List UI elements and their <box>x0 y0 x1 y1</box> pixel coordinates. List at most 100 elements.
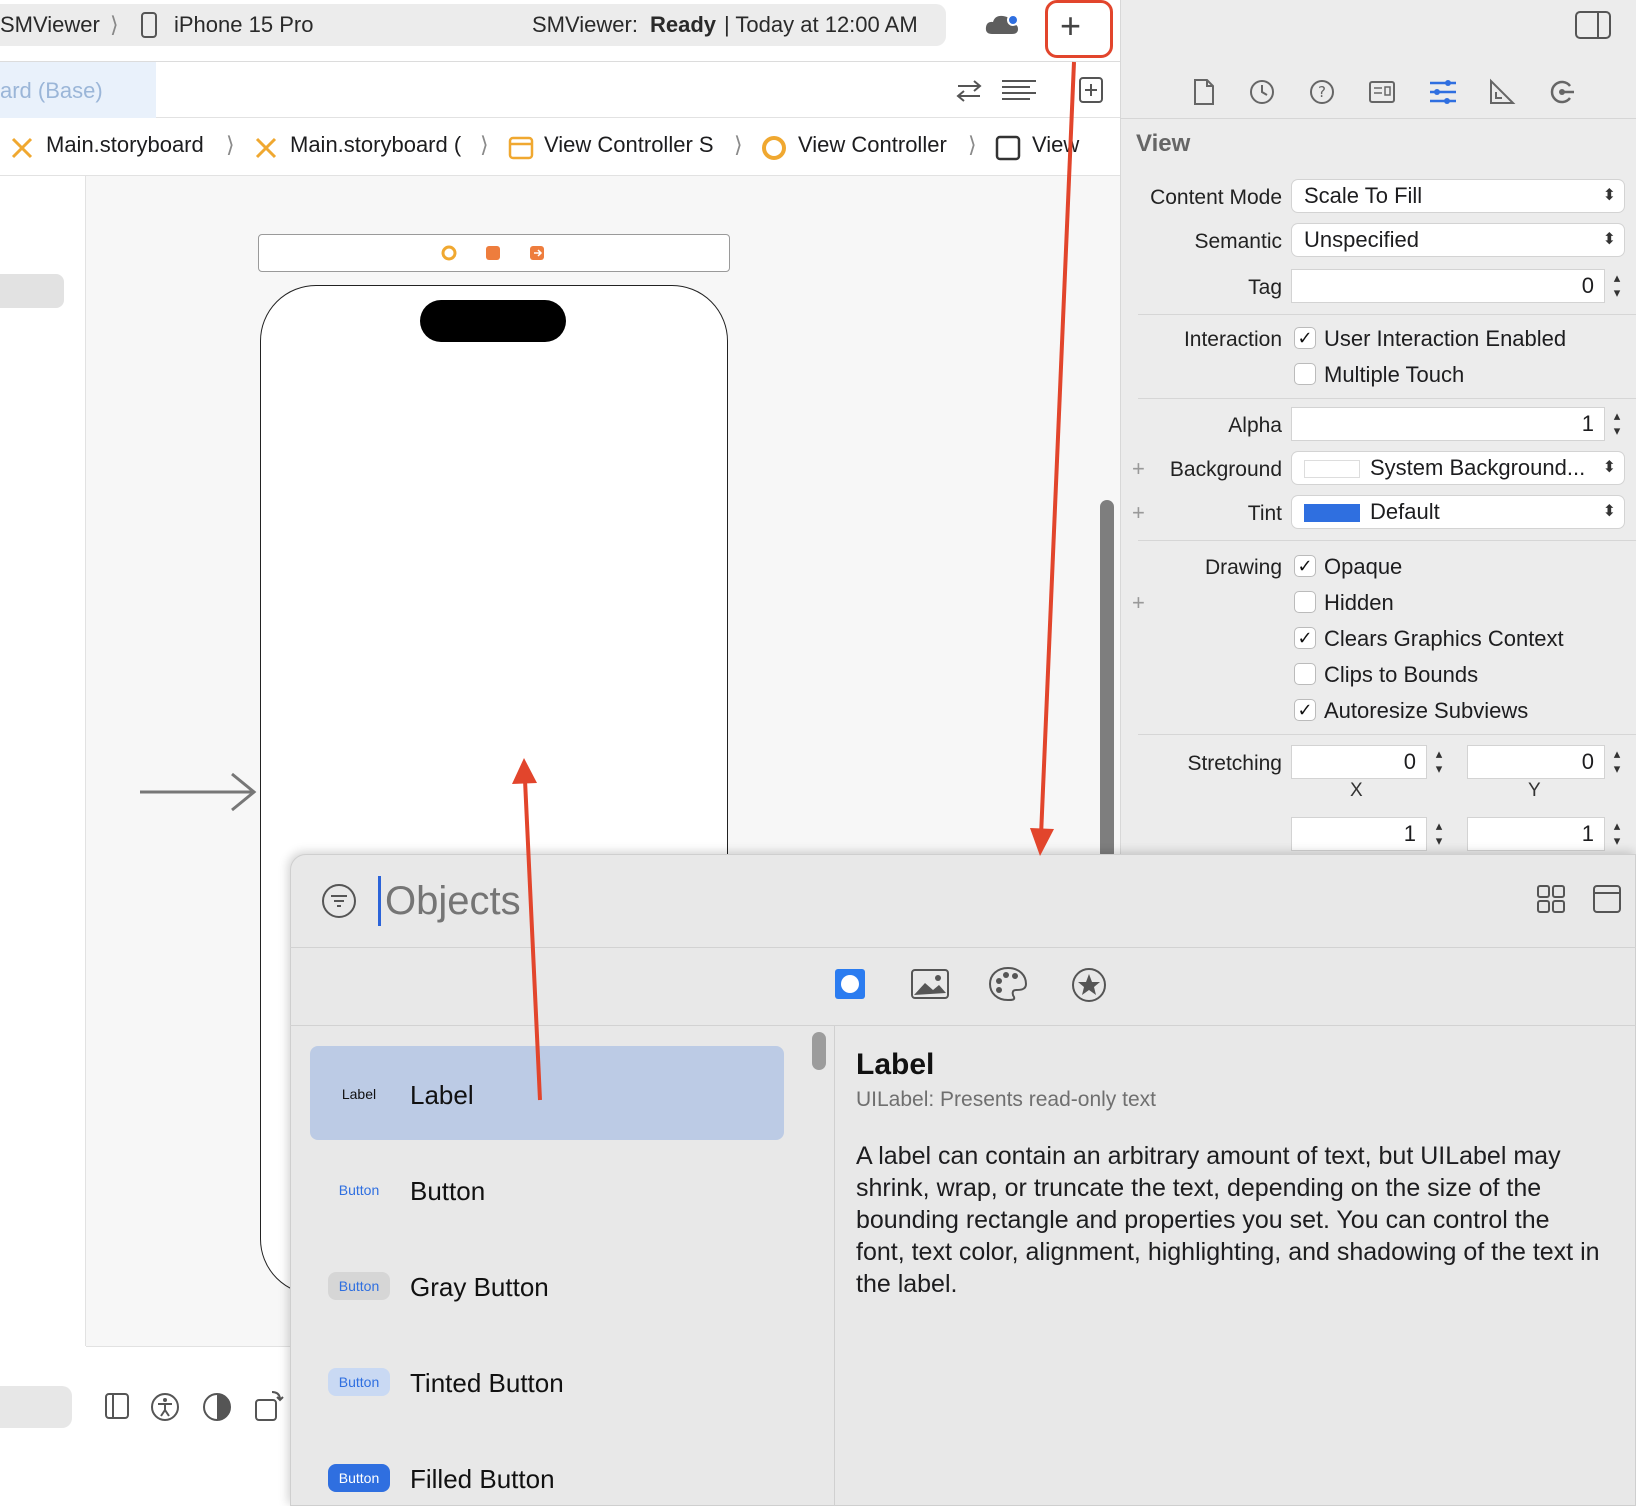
user-interaction-checkbox[interactable]: ✓ <box>1294 327 1316 349</box>
inspector-divider <box>1138 314 1636 315</box>
clips-to-bounds-checkbox[interactable] <box>1294 663 1316 685</box>
breadcrumb-separator: ⟩ <box>480 132 489 157</box>
breadcrumb-main-storyboard[interactable]: Main.storyboard <box>46 132 204 158</box>
accessibility-icon[interactable] <box>150 1392 180 1422</box>
clips-to-bounds-label: Clips to Bounds <box>1324 662 1479 687</box>
snippets-tab-star-icon[interactable] <box>1070 966 1108 1004</box>
appearance-icon[interactable] <box>202 1392 232 1422</box>
library-detail-title: Label <box>856 1048 935 1081</box>
inspector-divider <box>1138 734 1636 735</box>
breadcrumb-main-storyboard-base[interactable]: Main.storyboard ( <box>290 132 461 158</box>
library-item-title: Gray Button <box>410 1272 549 1302</box>
file-inspector-icon[interactable] <box>1192 78 1216 106</box>
media-tab-icon[interactable] <box>910 968 950 1000</box>
toggle-inspector-icon[interactable] <box>1574 10 1612 40</box>
library-detail-description: A label can contain an arbitrary amount … <box>856 1142 1600 1298</box>
attributes-inspector-icon[interactable] <box>1428 78 1458 106</box>
exit-icon[interactable] <box>528 244 546 262</box>
size-inspector-icon[interactable] <box>1488 78 1516 106</box>
background-swatch <box>1304 460 1360 479</box>
svg-text:?: ? <box>1318 83 1326 101</box>
stretching-y-stepper[interactable]: ▴ ▾ <box>1608 746 1626 778</box>
alpha-field[interactable]: 1 <box>1292 408 1604 440</box>
history-inspector-icon[interactable] <box>1248 78 1276 106</box>
swap-arrows-icon[interactable] <box>954 78 984 104</box>
filter-field[interactable] <box>0 1386 72 1428</box>
background-color-popup[interactable]: System Background... ⬍ <box>1292 452 1624 484</box>
tag-label: Tag <box>1248 276 1282 299</box>
stretching-width-stepper[interactable]: ▴ ▾ <box>1430 818 1448 850</box>
alpha-label: Alpha <box>1228 414 1282 437</box>
library-split-divider <box>834 1026 835 1506</box>
editor-options-lines-icon[interactable] <box>1000 78 1038 104</box>
tag-stepper[interactable]: ▴ ▾ <box>1608 270 1626 302</box>
library-detail-subtitle: UILabel: Presents read-only text <box>856 1088 1156 1111</box>
breadcrumb-view-controller-scene[interactable]: View Controller S <box>544 132 714 158</box>
help-inspector-icon[interactable]: ? <box>1308 78 1336 106</box>
stretching-height-field[interactable]: 1 <box>1468 818 1604 850</box>
identity-inspector-icon[interactable] <box>1368 80 1396 104</box>
scheme-name[interactable]: SMViewer <box>0 12 100 38</box>
multiple-touch-checkbox[interactable] <box>1294 363 1316 385</box>
library-item-title: Tinted Button <box>410 1368 564 1398</box>
add-editor-icon[interactable] <box>1078 76 1104 104</box>
stretching-y-caption: Y <box>1528 780 1541 801</box>
breadcrumb-separator: ⟩ <box>226 132 235 157</box>
filter-icon[interactable] <box>320 882 358 920</box>
content-mode-popup[interactable]: Scale To Fill ⬍ <box>1292 180 1624 212</box>
clears-graphics-checkbox[interactable]: ✓ <box>1294 627 1316 649</box>
breadcrumb-view[interactable]: View <box>1032 132 1079 158</box>
entry-point-arrow-icon <box>140 772 257 812</box>
library-item-title: Label <box>410 1080 474 1110</box>
library-item-thumbnail: Label <box>341 1086 377 1102</box>
editor-tab-label: ard (Base) <box>0 78 103 103</box>
breadcrumb-view-controller[interactable]: View Controller <box>798 132 947 158</box>
hidden-variation-add-icon[interactable]: + <box>1132 590 1145 616</box>
stretching-y-field[interactable]: 0 <box>1468 746 1604 778</box>
dynamic-island <box>420 300 566 342</box>
autoresize-label: Autoresize Subviews <box>1324 698 1529 723</box>
drawing-label: Drawing <box>1204 556 1282 579</box>
stretching-label: Stretching <box>1187 752 1282 775</box>
iphone-device-icon <box>141 12 157 38</box>
detail-view-icon[interactable] <box>1592 884 1622 914</box>
tint-color-popup[interactable]: Default ⬍ <box>1292 496 1624 528</box>
stretching-x-caption: X <box>1350 780 1363 801</box>
first-responder-icon[interactable] <box>484 244 502 262</box>
status-time: | Today at 12:00 AM <box>724 12 918 37</box>
semantic-popup[interactable]: Unspecified ⬍ <box>1292 224 1624 256</box>
stretching-height-stepper[interactable]: ▴ ▾ <box>1608 818 1626 850</box>
objects-tab-icon[interactable] <box>834 968 866 1000</box>
canvas-scrollbar[interactable] <box>1100 500 1114 860</box>
alpha-stepper[interactable]: ▴ ▾ <box>1608 408 1626 440</box>
stretching-x-stepper[interactable]: ▴ ▾ <box>1430 746 1448 778</box>
storyboard-icon <box>255 137 277 159</box>
multiple-touch-label: Multiple Touch <box>1324 362 1465 387</box>
breadcrumb-separator: ⟩ <box>734 132 743 157</box>
grid-view-icon[interactable] <box>1536 884 1566 914</box>
hidden-checkbox[interactable] <box>1294 591 1316 613</box>
hidden-label: Hidden <box>1324 590 1394 615</box>
run-destination[interactable]: iPhone 15 Pro <box>174 12 313 38</box>
inspector-divider <box>1138 540 1636 541</box>
breadcrumb-separator: ⟩ <box>968 132 977 157</box>
autoresize-checkbox[interactable]: ✓ <box>1294 699 1316 721</box>
document-outline <box>0 176 86 1346</box>
orientation-icon[interactable] <box>254 1388 284 1422</box>
connections-inspector-icon[interactable] <box>1548 78 1576 106</box>
toggle-outline-icon[interactable] <box>104 1392 130 1420</box>
status-state: Ready <box>650 12 717 37</box>
add-library-button[interactable]: + <box>1060 5 1081 47</box>
library-item-title: Button <box>410 1176 486 1206</box>
library-list-scrollbar[interactable] <box>812 1032 826 1070</box>
content-mode-label: Content Mode <box>1150 186 1282 209</box>
tag-field[interactable]: 0 <box>1292 270 1604 302</box>
stretching-width-field[interactable]: 1 <box>1292 818 1426 850</box>
stretching-x-field[interactable]: 0 <box>1292 746 1426 778</box>
opaque-checkbox[interactable]: ✓ <box>1294 555 1316 577</box>
cloud-icon[interactable] <box>984 12 1020 38</box>
outline-selected-row[interactable] <box>0 274 64 308</box>
library-search-input[interactable] <box>378 876 998 926</box>
view-controller-dock-icon[interactable] <box>440 244 458 262</box>
colors-tab-icon[interactable] <box>988 966 1028 1002</box>
